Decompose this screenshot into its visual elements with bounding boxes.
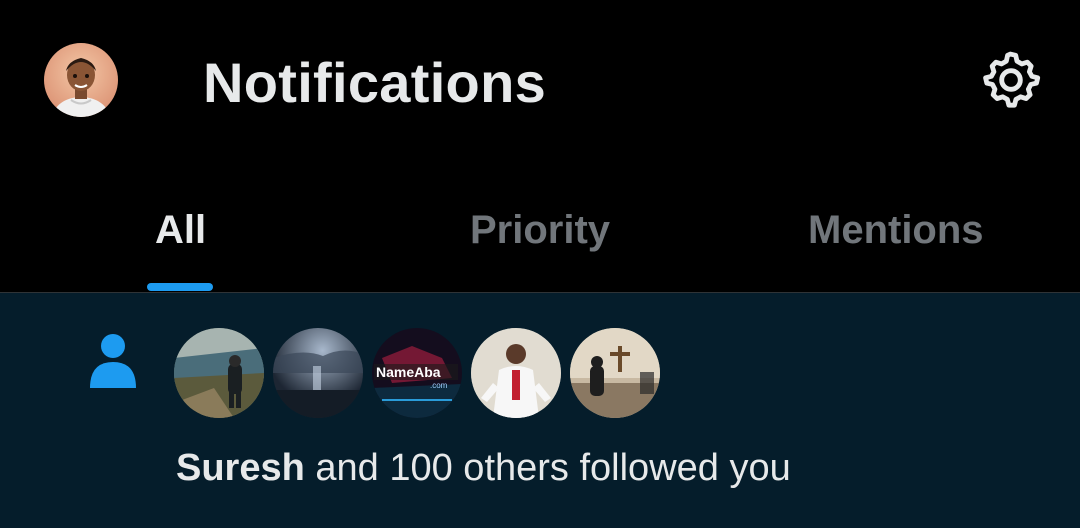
follower-avatar[interactable]: NameAba .com xyxy=(372,328,462,418)
notification-user[interactable]: Suresh xyxy=(176,447,305,489)
selected-tab-indicator xyxy=(147,283,213,291)
tab-all[interactable]: All xyxy=(0,180,360,292)
notification-message: and 100 others followed you xyxy=(315,447,791,489)
page-title: Notifications xyxy=(203,51,547,114)
follower-avatar[interactable] xyxy=(570,328,660,418)
tab-priority-label: Priority xyxy=(470,208,611,252)
svg-text:.com: .com xyxy=(430,381,448,390)
top-bar: Notifications xyxy=(0,0,1080,160)
tab-all-label: All xyxy=(155,208,207,252)
notification-text: Suresh and 100 others followed you xyxy=(176,446,791,490)
follower-avatar[interactable] xyxy=(471,328,561,418)
tab-mentions[interactable]: Mentions xyxy=(720,180,1080,292)
tab-bar: All Priority Mentions xyxy=(0,180,1080,292)
follow-notification[interactable]: NameAba .com Suresh and 100 others follo… xyxy=(0,293,1080,528)
follower-avatar[interactable] xyxy=(174,328,264,418)
profile-avatar[interactable] xyxy=(44,43,118,117)
person-icon xyxy=(87,333,139,389)
svg-text:NameAba: NameAba xyxy=(376,364,441,380)
follower-avatar[interactable] xyxy=(273,328,363,418)
tab-priority[interactable]: Priority xyxy=(360,180,720,292)
tab-mentions-label: Mentions xyxy=(808,208,984,252)
gear-icon[interactable] xyxy=(980,49,1042,111)
notifications-screen: Notifications All Priority Mentions Name… xyxy=(0,0,1080,528)
